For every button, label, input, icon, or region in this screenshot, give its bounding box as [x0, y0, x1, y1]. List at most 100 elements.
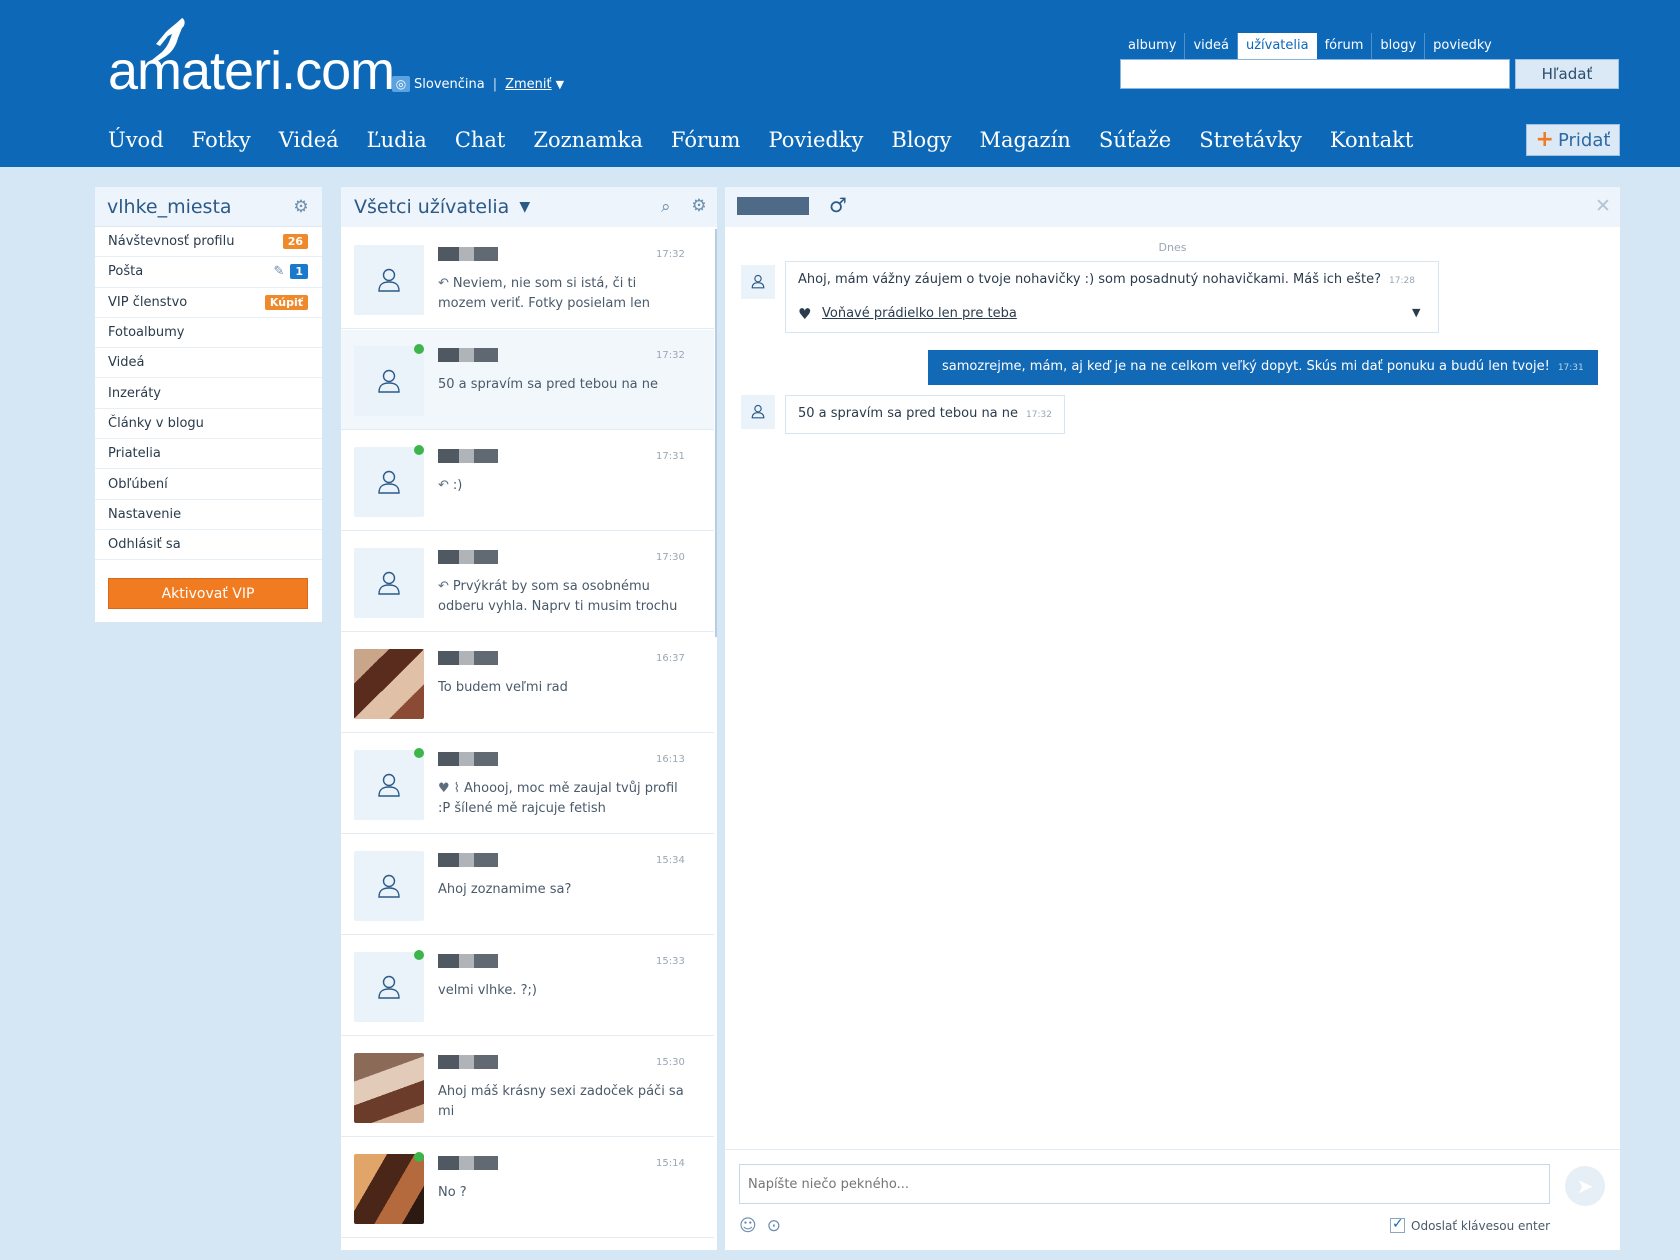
conversation-item[interactable]: 17:31 ↶:): [341, 431, 714, 531]
nav-stories[interactable]: Poviedky: [768, 126, 863, 154]
conversation-preview-text: 50 a spravím sa pred tebou na ne: [438, 377, 659, 392]
user-filter-dropdown[interactable]: Všetci užívatelia: [354, 196, 509, 218]
sidebar-item-label: Fotoalbumy: [108, 325, 185, 341]
sidebar-item-logout[interactable]: Odhlásiť sa: [95, 530, 322, 561]
sidebar-item-mail[interactable]: Pošta ✎ 1: [95, 257, 322, 288]
conversation-time: 17:32: [656, 249, 685, 260]
conversation-item[interactable]: 15:14 No ?: [341, 1138, 714, 1238]
conversation-preview: ♥ ⌇ Ahoooj, moc mě zaujal tvůj profil :P š…: [438, 779, 688, 819]
sidebar-item-favorites[interactable]: Obľúbení: [95, 469, 322, 500]
activate-vip-button[interactable]: Aktivovať VIP: [108, 578, 308, 609]
search-tab-stories[interactable]: poviedky: [1425, 33, 1500, 59]
chat-header: ♂ ✕: [725, 187, 1620, 227]
avatar[interactable]: [354, 346, 424, 416]
send-on-enter-option[interactable]: Odoslať klávesou enter: [1390, 1216, 1550, 1233]
sidebar-item-friends[interactable]: Priatelia: [95, 439, 322, 470]
avatar[interactable]: [354, 851, 424, 921]
conversation-item[interactable]: 15:34 Ahoj zoznamime sa?: [341, 835, 714, 935]
search-tab-forum[interactable]: fórum: [1317, 33, 1373, 59]
sidebar-item-label: Odhlásiť sa: [108, 537, 181, 553]
change-language-link[interactable]: Zmeniť: [505, 77, 552, 92]
camera-icon[interactable]: ⊙: [767, 1216, 781, 1236]
blurred-username: [438, 348, 498, 362]
blurred-username: [438, 954, 498, 968]
conversation-item[interactable]: 16:13 ♥ ⌇ Ahoooj, moc mě zaujal tvůj profi…: [341, 734, 714, 834]
message-input[interactable]: [739, 1164, 1550, 1204]
search-tab-albums[interactable]: albumy: [1120, 33, 1186, 59]
username[interactable]: vlhke_miesta: [107, 196, 232, 218]
sidebar-item-settings[interactable]: Nastavenie: [95, 500, 322, 530]
user-placeholder-icon: [378, 470, 400, 494]
sidebar-item-vip[interactable]: VIP členstvo Kúpiť: [95, 288, 322, 318]
sidebar-item-label: Priatelia: [108, 446, 161, 462]
buy-vip-badge[interactable]: Kúpiť: [264, 294, 308, 310]
conversation-preview-text: Neviem, nie som si istá, či ti mozem ver…: [438, 276, 651, 311]
search-input[interactable]: [1120, 59, 1510, 89]
avatar[interactable]: [354, 1053, 424, 1123]
sidebar-item-blog-articles[interactable]: Články v blogu: [95, 409, 322, 440]
nav-meetups[interactable]: Stretávky: [1199, 126, 1302, 154]
message-text: Ahoj, mám vážny záujem o tvoje nohavičky…: [798, 272, 1382, 287]
search-tab-blogs[interactable]: blogy: [1372, 33, 1426, 59]
blurred-username: [438, 752, 498, 766]
send-button[interactable]: ➤: [1565, 1166, 1605, 1206]
nav-dating[interactable]: Zoznamka: [533, 126, 643, 154]
sidebar-item-profile-visits[interactable]: Návštevnosť profilu 26: [95, 227, 322, 258]
send-on-enter-checkbox[interactable]: [1390, 1216, 1405, 1233]
avatar[interactable]: [741, 265, 775, 299]
nav-contests[interactable]: Súťaže: [1099, 126, 1171, 154]
avatar[interactable]: [354, 548, 424, 618]
gear-icon[interactable]: ⚙: [690, 197, 708, 215]
conversation-item[interactable]: 17:32 ↶ Neviem, nie som si istá, či ti mo…: [341, 229, 714, 329]
sidebar-item-photoalbums[interactable]: Fotoalbumy: [95, 318, 322, 349]
nav-forum[interactable]: Fórum: [671, 126, 741, 154]
close-icon[interactable]: ✕: [1595, 195, 1611, 217]
gift-attachment[interactable]: ♥ Voňavé prádielko len pre teba ▼: [785, 297, 1439, 333]
attachment-link[interactable]: Voňavé prádielko len pre teba: [822, 306, 1017, 321]
caret-down-icon[interactable]: ▼: [1412, 306, 1420, 319]
conversation-preview-text: Prvýkrát by som sa osobnému odberu vyhla…: [438, 579, 678, 614]
nav-chat[interactable]: Chat: [455, 126, 506, 154]
conversation-item[interactable]: 16:37 To budem veľmi rad: [341, 633, 714, 733]
gear-icon[interactable]: ⚙: [292, 198, 310, 216]
nav-magazine[interactable]: Magazín: [980, 126, 1071, 154]
conversation-item[interactable]: 15:33 velmi vlhke. ?;): [341, 936, 714, 1036]
nav-people[interactable]: Ľudia: [367, 126, 427, 154]
heart-icon: ♥: [798, 305, 812, 323]
nav-blogs[interactable]: Blogy: [891, 126, 951, 154]
avatar[interactable]: [354, 245, 424, 315]
blurred-contact-name[interactable]: [737, 197, 809, 215]
scrollbar[interactable]: [715, 229, 717, 637]
nav-home[interactable]: Úvod: [108, 126, 164, 154]
avatar[interactable]: [354, 750, 424, 820]
site-logo[interactable]: amateri.com: [108, 18, 398, 101]
pencil-icon[interactable]: ✎: [273, 264, 284, 279]
conversation-preview-text: velmi vlhke. ?;): [438, 983, 537, 998]
avatar[interactable]: [354, 952, 424, 1022]
avatar[interactable]: [741, 395, 775, 429]
conversation-item[interactable]: 15:30 Ahoj máš krásny sexi zadoček páči …: [341, 1037, 714, 1137]
reply-icon: ↶: [438, 579, 449, 594]
online-indicator: [414, 344, 424, 354]
conversation-preview: ↶ Prvýkrát by som sa osobnému odberu vyhl…: [438, 577, 688, 617]
conversation-preview: ↶:): [438, 476, 688, 496]
search-button[interactable]: Hľadať: [1515, 59, 1619, 89]
avatar[interactable]: [354, 649, 424, 719]
chat-composer: ➤ ☺ ⊙ Odoslať klávesou enter: [725, 1149, 1620, 1250]
search-icon[interactable]: ⌕: [661, 197, 671, 217]
chevron-down-icon[interactable]: ▼: [519, 199, 530, 215]
avatar[interactable]: [354, 447, 424, 517]
search-tab-users[interactable]: užívatelia: [1237, 33, 1317, 59]
nav-videos[interactable]: Videá: [279, 126, 339, 154]
nav-photos[interactable]: Fotky: [192, 126, 251, 154]
avatar[interactable]: [354, 1154, 424, 1224]
sidebar-item-videos[interactable]: Videá: [95, 348, 322, 379]
nav-contact[interactable]: Kontakt: [1330, 126, 1413, 154]
conversation-item[interactable]: 17:32 50 a spravím sa pred tebou na ne: [341, 330, 714, 430]
add-button[interactable]: + Pridať: [1526, 124, 1620, 156]
search-tab-videos[interactable]: videá: [1185, 33, 1238, 59]
chevron-down-icon[interactable]: ▼: [556, 78, 564, 91]
sidebar-item-ads[interactable]: Inzeráty: [95, 378, 322, 409]
conversation-item[interactable]: 17:30 ↶ Prvýkrát by som sa osobnému odber…: [341, 532, 714, 632]
emoji-icon[interactable]: ☺: [739, 1216, 757, 1236]
